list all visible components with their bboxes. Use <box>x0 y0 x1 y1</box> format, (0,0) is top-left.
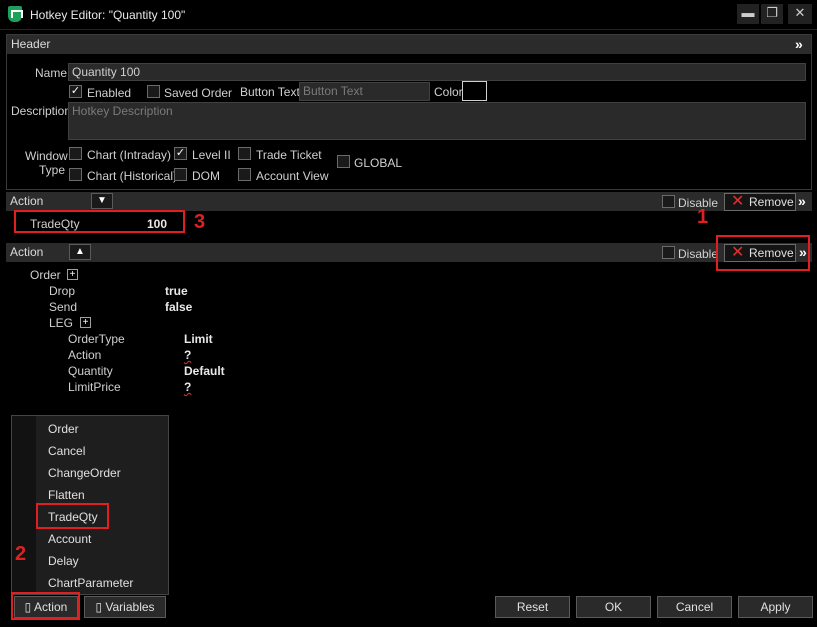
expand-chevron-icon[interactable]: » <box>795 36 803 52</box>
tree-quantity-value[interactable]: Default <box>184 364 225 378</box>
cancel-button[interactable]: Cancel <box>657 596 732 618</box>
chart-intraday-label: Chart (Intraday) <box>87 148 172 162</box>
annotation-number-2: 2 <box>15 543 27 565</box>
action1-remove-button[interactable]: ✕ Remove <box>724 193 796 211</box>
leg-expand-plus-icon[interactable]: + <box>80 317 91 328</box>
menu-item-order[interactable]: Order <box>48 422 79 436</box>
header-section-title: Header <box>7 35 811 54</box>
order-expand-plus-icon[interactable]: + <box>67 269 78 280</box>
saved-order-label: Saved Order <box>164 86 233 100</box>
tree-order-label: Order <box>30 268 61 282</box>
trade-ticket-label: Trade Ticket <box>256 148 322 162</box>
apply-button[interactable]: Apply <box>738 596 813 618</box>
reset-button[interactable]: Reset <box>495 596 570 618</box>
account-view-checkbox[interactable] <box>238 168 251 181</box>
name-input[interactable]: Quantity 100 <box>68 63 806 81</box>
annotation-box-remove <box>716 235 810 271</box>
action1-expand-chevron-icon[interactable]: » <box>798 193 806 209</box>
tree-ordertype-label: OrderType <box>68 332 125 346</box>
account-view-label: Account View <box>256 169 329 183</box>
annotation-number-3: 3 <box>194 211 206 233</box>
menu-item-changeorder[interactable]: ChangeOrder <box>48 466 121 480</box>
annotation-box-tradeqty-param <box>14 210 185 233</box>
color-label: Color <box>434 85 463 99</box>
tree-send-value[interactable]: false <box>165 300 192 314</box>
action2-disable-label: Disable <box>678 247 719 261</box>
menu-item-account[interactable]: Account <box>48 532 91 546</box>
tree-action-label: Action <box>68 348 102 362</box>
tree-ordertype-value[interactable]: Limit <box>184 332 213 346</box>
tree-send-label: Send <box>49 300 78 314</box>
chart-historical-checkbox[interactable] <box>69 168 82 181</box>
action1-disable-checkbox[interactable] <box>662 195 675 208</box>
window-title: Hotkey Editor: "Quantity 100" <box>30 8 186 22</box>
global-label: GLOBAL <box>354 156 403 170</box>
header-panel: Header » Name Quantity 100 ✓ Enabled Sav… <box>6 34 812 190</box>
action1-collapse-toggle[interactable]: ▼ <box>91 193 113 209</box>
button-text-label: Button Text <box>240 85 300 99</box>
annotation-box-tradeqty-menu <box>36 503 109 529</box>
tree-drop-value[interactable]: true <box>165 284 188 298</box>
menu-item-chartparameter[interactable]: ChartParameter <box>48 576 133 590</box>
tree-leg-label: LEG <box>49 316 74 330</box>
description-label: Description <box>11 104 72 118</box>
tree-drop-label: Drop <box>49 284 76 298</box>
description-input[interactable]: Hotkey Description <box>68 102 806 140</box>
annotation-box-action-button <box>11 592 80 620</box>
chart-intraday-checkbox[interactable] <box>69 147 82 160</box>
tree-limitprice-label: LimitPrice <box>68 380 121 394</box>
title-bar: Hotkey Editor: "Quantity 100" ▬ ❐ ✕ <box>0 0 817 30</box>
level2-checkbox[interactable]: ✓ <box>174 147 187 160</box>
dom-label: DOM <box>192 169 220 183</box>
window-type-label-2: Type <box>39 163 66 177</box>
tree-action-value[interactable]: ? <box>184 348 191 362</box>
level2-label: Level II <box>192 148 231 162</box>
window-type-label: Window <box>25 149 68 163</box>
color-swatch[interactable] <box>462 81 487 101</box>
saved-order-checkbox[interactable] <box>147 85 160 98</box>
menu-gutter <box>12 416 36 594</box>
close-button[interactable]: ✕ <box>788 4 812 24</box>
button-text-input[interactable]: Button Text <box>299 82 430 101</box>
minimize-button[interactable]: ▬ <box>737 4 759 24</box>
tree-limitprice-value[interactable]: ? <box>184 380 191 394</box>
annotation-number-1: 1 <box>697 206 709 228</box>
action2-collapse-toggle[interactable]: ▲ <box>69 244 91 260</box>
enabled-label: Enabled <box>87 86 132 100</box>
menu-item-cancel[interactable]: Cancel <box>48 444 85 458</box>
menu-item-delay[interactable]: Delay <box>48 554 79 568</box>
name-label: Name <box>35 66 68 80</box>
menu-item-flatten[interactable]: Flatten <box>48 488 85 502</box>
trade-ticket-checkbox[interactable] <box>238 147 251 160</box>
dom-checkbox[interactable] <box>174 168 187 181</box>
ok-button[interactable]: OK <box>576 596 651 618</box>
variables-button[interactable]: ▯ Variables <box>84 596 166 618</box>
chart-historical-label: Chart (Historical) <box>87 169 178 183</box>
maximize-button[interactable]: ❐ <box>761 4 783 24</box>
enabled-checkbox[interactable]: ✓ <box>69 85 82 98</box>
tree-quantity-label: Quantity <box>68 364 113 378</box>
action2-disable-checkbox[interactable] <box>662 246 675 259</box>
remove-x-icon: ✕ <box>731 193 745 210</box>
global-checkbox[interactable] <box>337 155 350 168</box>
app-logo-icon <box>8 6 23 22</box>
